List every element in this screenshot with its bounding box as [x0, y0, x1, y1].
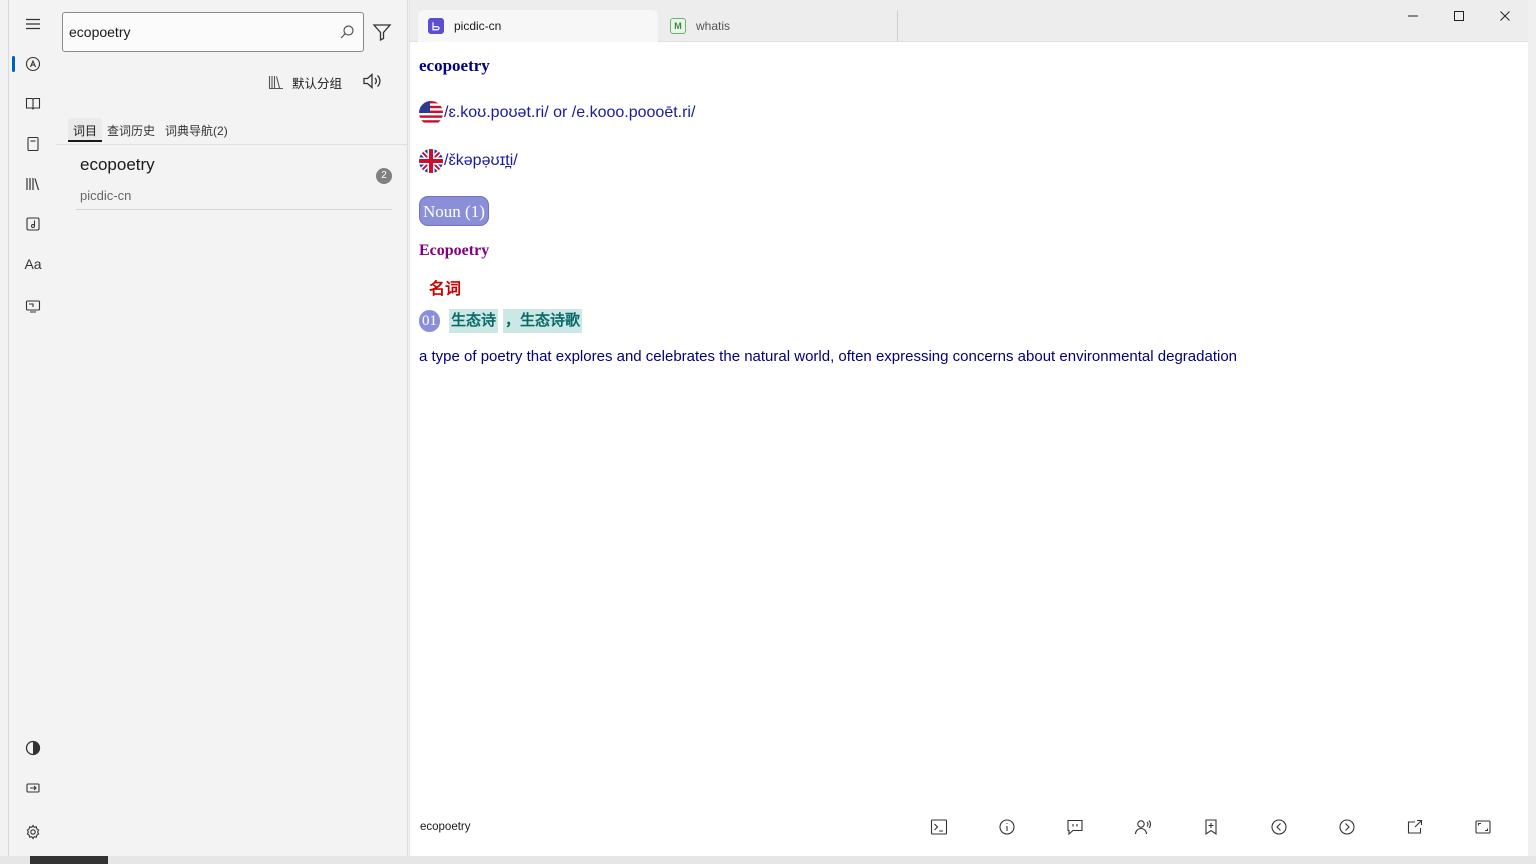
pronunciation-uk-text: /ɛ̌kəpə̣ʊɪt̪i/	[444, 152, 518, 169]
close-icon[interactable]	[1482, 4, 1528, 28]
window-edge	[0, 856, 1536, 864]
app-window: Aa 默认分组 词目 查词历史 词典导航(2)	[0, 0, 1536, 864]
screen-capture-icon[interactable]	[13, 290, 53, 322]
definition-text: a type of poetry that explores and celeb…	[419, 348, 1238, 365]
font-icon[interactable]: Aa	[13, 248, 53, 280]
back-icon[interactable]	[1270, 818, 1288, 836]
nav-rail: Aa	[8, 0, 56, 856]
uk-flag-icon[interactable]	[419, 149, 443, 173]
picdic-icon	[428, 18, 444, 34]
sense-row: 01 生态诗 ，生态诗歌	[419, 308, 587, 334]
settings-icon[interactable]	[13, 816, 53, 848]
comment-icon[interactable]	[1066, 818, 1084, 836]
console-icon[interactable]	[930, 818, 948, 836]
filter-icon[interactable]	[372, 22, 392, 42]
info-icon[interactable]	[998, 818, 1016, 836]
result-count-badge: 2	[376, 168, 392, 184]
pronunciation-us-text: /ɛ.koʊ.poʊət.ri/ or /e.kooo.poooēt.ri/	[444, 104, 696, 121]
library-icon[interactable]	[13, 168, 53, 200]
tab-entries[interactable]: 词目	[68, 118, 103, 142]
tab-picdic-cn[interactable]: picdic-cn	[418, 10, 658, 42]
minimize-icon[interactable]	[1390, 4, 1436, 28]
current-word: ecopoetry	[420, 821, 471, 833]
taskbar-fragment	[30, 856, 108, 864]
search-box[interactable]	[62, 12, 364, 52]
part-of-speech-zh: 名词	[429, 281, 462, 298]
result-word: ecopoetry	[80, 155, 155, 174]
notebook-icon[interactable]	[13, 128, 53, 160]
dictionary-icon[interactable]	[13, 88, 53, 120]
part-of-speech-badge: Noun (1)	[419, 196, 489, 226]
theme-icon[interactable]	[13, 732, 53, 764]
fullscreen-icon[interactable]	[1474, 818, 1492, 836]
bottom-toolbar: ecopoetry	[410, 810, 1529, 846]
translation-tag: 生态诗	[449, 309, 499, 333]
search-input[interactable]	[69, 21, 319, 43]
audio-library-icon[interactable]	[13, 208, 53, 240]
books-icon	[268, 76, 283, 90]
search-panel: 默认分组 词目 查词历史 词典导航(2) ecopoetry picdic-cn…	[56, 0, 408, 856]
bookmark-icon[interactable]	[1202, 818, 1220, 836]
panel-tabs: 词目 查词历史 词典导航(2)	[68, 118, 233, 142]
tab-dictionary-nav[interactable]: 词典导航(2)	[160, 118, 233, 142]
lookup-icon[interactable]	[13, 48, 53, 80]
dictionary-tab-bar: picdic-cn M whatis	[410, 0, 1529, 42]
open-external-icon[interactable]	[1406, 818, 1424, 836]
whatis-icon: M	[670, 18, 686, 34]
export-icon[interactable]	[13, 772, 53, 804]
result-dictionary: picdic-cn	[80, 188, 132, 203]
divider	[56, 144, 408, 145]
pronunciation-uk[interactable]: /ɛ̌kəpə̣ʊɪt̪i/	[419, 148, 518, 174]
us-flag-icon[interactable]	[419, 101, 443, 125]
pronunciation-us[interactable]: /ɛ.koʊ.poʊət.ri/ or /e.kooo.poooēt.ri/	[419, 100, 695, 126]
translation-tag: ，生态诗歌	[503, 309, 583, 333]
list-item[interactable]: ecopoetry picdic-cn 2	[76, 150, 392, 210]
group-selector[interactable]: 默认分组	[268, 72, 342, 92]
sense-number: 01	[419, 310, 440, 332]
tab-label: whatis	[696, 19, 731, 33]
tab-history[interactable]: 查词历史	[102, 118, 160, 142]
maximize-icon[interactable]	[1436, 4, 1482, 28]
content-area: picdic-cn M whatis ecopoetry /ɛ.koʊ.poʊə…	[409, 0, 1529, 856]
tab-label: picdic-cn	[454, 19, 502, 33]
menu-icon[interactable]	[13, 8, 53, 40]
forward-icon[interactable]	[1338, 818, 1356, 836]
speaker-icon[interactable]	[362, 72, 382, 90]
tab-whatis[interactable]: M whatis	[660, 10, 898, 42]
group-label: 默认分组	[292, 76, 343, 91]
sense-title: Ecopoetry	[419, 242, 490, 259]
window-edge	[1528, 0, 1536, 864]
headword: ecopoetry	[419, 56, 490, 75]
search-icon[interactable]	[339, 24, 355, 40]
read-aloud-icon[interactable]	[1134, 818, 1152, 836]
